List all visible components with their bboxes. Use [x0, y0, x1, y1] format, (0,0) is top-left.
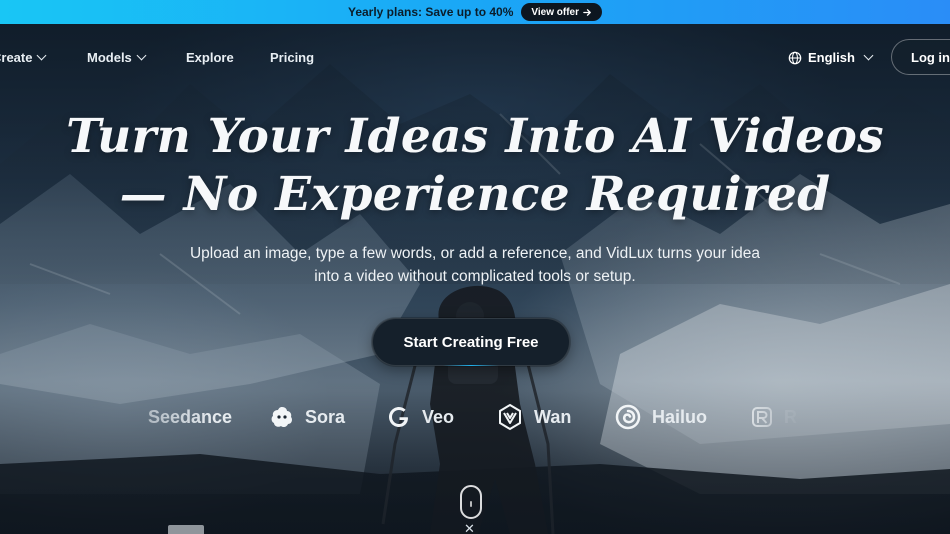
model-name: Veo: [422, 406, 455, 427]
language-selector[interactable]: English: [788, 50, 874, 65]
model-name: Wan: [534, 406, 572, 427]
nav-models[interactable]: Models: [87, 50, 147, 65]
nav-explore[interactable]: Explore: [186, 50, 234, 65]
nav-explore-label: Explore: [186, 50, 234, 65]
model-r[interactable]: R: [750, 400, 797, 434]
close-icon[interactable]: ✕: [464, 522, 475, 534]
model-name: R: [784, 406, 797, 427]
chevron-down-icon: [863, 50, 874, 61]
top-nav: Create Models Explore Pricing English Lo…: [0, 24, 950, 90]
chevron-down-icon: [136, 50, 147, 61]
language-label: English: [808, 50, 855, 65]
model-name: Hailuo: [652, 406, 708, 427]
view-offer-label: View offer: [531, 6, 579, 18]
hero-headline-line2: — No Experience Required: [119, 167, 831, 222]
view-offer-button[interactable]: View offer: [521, 3, 602, 21]
hero-subtitle-line2: into a video without complicated tools o…: [314, 268, 636, 285]
globe-icon: [788, 51, 802, 64]
chevron-down-icon: [37, 50, 47, 61]
scroll-down-indicator[interactable]: [460, 485, 482, 519]
model-wan[interactable]: Wan: [496, 400, 571, 434]
model-logo-strip: Seedance Sora Veo Wan Hailuo R: [148, 400, 808, 434]
promo-banner: Yearly plans: Save up to 40% View offer: [0, 0, 950, 24]
model-name: Sora: [305, 406, 346, 427]
model-hailuo[interactable]: Hailuo: [614, 400, 707, 434]
nav-pricing[interactable]: Pricing: [270, 50, 314, 65]
hero-subtitle-line1: Upload an image, type a few words, or ad…: [189, 245, 761, 262]
login-label: Log in: [911, 49, 950, 65]
nav-models-label: Models: [87, 50, 132, 65]
model-seedance[interactable]: Seedance: [148, 400, 232, 434]
hero-subtitle: Upload an image, type a few words, or ad…: [0, 242, 950, 288]
start-creating-label: Start Creating Free: [403, 333, 539, 351]
sora-icon: [271, 407, 292, 428]
model-sora[interactable]: Sora: [269, 400, 345, 434]
wan-icon: [499, 403, 521, 431]
r-logo-icon: [752, 407, 772, 427]
google-g-icon: [389, 407, 408, 427]
start-creating-button[interactable]: Start Creating Free: [372, 318, 570, 366]
nav-create-label: Create: [0, 50, 33, 65]
hailuo-icon: [615, 404, 641, 430]
bottom-left-tab[interactable]: [168, 525, 204, 534]
promo-text: Yearly plans: Save up to 40%: [347, 5, 514, 19]
nav-create[interactable]: Create: [0, 50, 47, 65]
login-button[interactable]: Log in: [891, 39, 950, 75]
hero-headline: Turn Your Ideas Into AI Videos — No Expe…: [0, 108, 950, 224]
arrow-right-icon: [583, 8, 591, 16]
nav-pricing-label: Pricing: [270, 50, 315, 65]
hero-headline-line1: Turn Your Ideas Into AI Videos: [66, 109, 884, 164]
model-veo[interactable]: Veo: [386, 400, 454, 434]
model-name: Seedance: [148, 406, 233, 427]
